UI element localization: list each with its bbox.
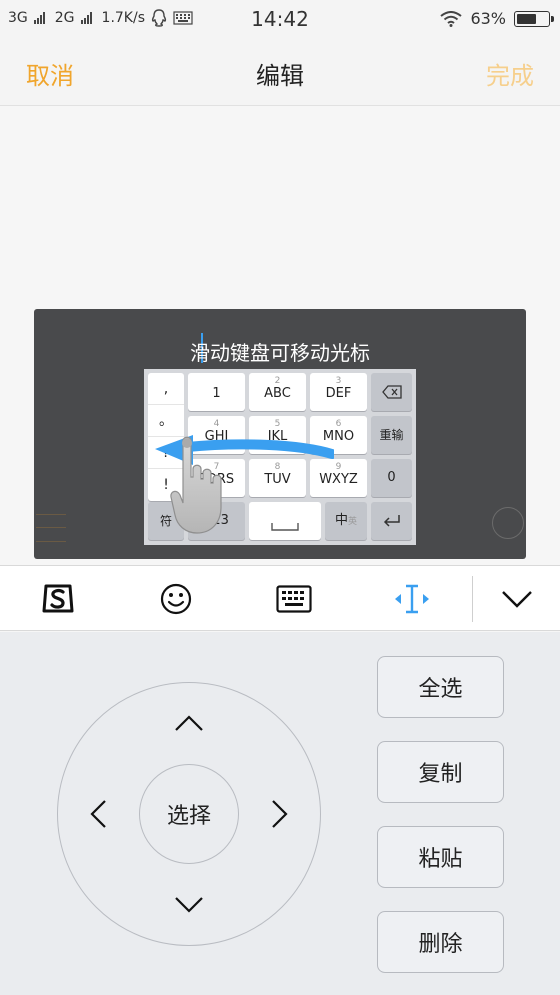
- chevron-down-icon: [175, 897, 203, 913]
- symbol-key: 。: [148, 405, 184, 437]
- battery-percent: 63%: [470, 9, 506, 28]
- space-key: [249, 502, 321, 540]
- chevron-up-icon: [175, 715, 203, 731]
- key-def: 3 DEF: [310, 373, 367, 411]
- delete-button[interactable]: 删除: [377, 911, 504, 973]
- language-switch-key: 中英: [325, 502, 367, 540]
- wifi-icon: [440, 10, 463, 27]
- status-bar: 3G 2G 1.7K/s 14:42 63%: [0, 0, 560, 38]
- battery-level-fill: [517, 13, 536, 24]
- battery-icon: [514, 10, 554, 27]
- page-title: 编辑: [256, 62, 304, 90]
- emoji-icon: [160, 583, 192, 615]
- key-1: 1: [188, 373, 245, 411]
- backspace-key: [371, 373, 412, 411]
- sogou-badge-icon: [492, 507, 524, 539]
- backspace-icon: [381, 385, 402, 399]
- keyboard-icon: [276, 585, 312, 613]
- paste-button[interactable]: 粘贴: [377, 826, 504, 888]
- move-right-button[interactable]: [260, 794, 300, 834]
- toolbar-divider: [472, 576, 473, 622]
- enter-icon: [383, 515, 400, 527]
- hand-gesture-icon: [170, 436, 222, 534]
- system-indicators: 63%: [440, 9, 554, 28]
- tutorial-caption: 滑动键盘可移动光标: [190, 341, 370, 365]
- ime-toolbar: [0, 565, 560, 631]
- reinput-key: 重输: [371, 416, 412, 454]
- cursor-move-button[interactable]: [377, 566, 447, 632]
- collapse-button[interactable]: [482, 566, 552, 632]
- move-up-button[interactable]: [169, 703, 209, 743]
- top-navigation-bar: 取消 编辑 完成: [0, 38, 560, 106]
- select-all-button[interactable]: 全选: [377, 656, 504, 718]
- chevron-left-icon: [90, 800, 106, 828]
- copy-button[interactable]: 复制: [377, 741, 504, 803]
- enter-key: [371, 502, 412, 540]
- space-icon: [271, 523, 299, 531]
- chevron-down-icon: [502, 591, 532, 608]
- select-button[interactable]: 选择: [139, 764, 239, 864]
- cursor-move-tutorial: 滑动键盘可移动光标 , 。 ? ! 1 2ABC 3DEF 4GHI 5JKL …: [34, 309, 526, 559]
- cursor-edit-panel: 选择 全选 复制 粘贴 删除: [0, 632, 560, 995]
- sogou-logo-icon: [42, 584, 74, 613]
- key-abc: 2 ABC: [249, 373, 306, 411]
- sogou-logo-button[interactable]: [23, 566, 93, 632]
- cursor-move-icon: [395, 584, 429, 614]
- key-0: 0: [371, 459, 412, 497]
- emoji-button[interactable]: [141, 566, 211, 632]
- menu-icon: [36, 514, 66, 542]
- symbol-key: ,: [148, 373, 184, 405]
- move-left-button[interactable]: [78, 794, 118, 834]
- move-down-button[interactable]: [169, 885, 209, 925]
- chevron-right-icon: [272, 800, 288, 828]
- direction-pad: 选择: [57, 682, 321, 946]
- done-button[interactable]: 完成: [486, 56, 534, 91]
- keyboard-button[interactable]: [259, 566, 329, 632]
